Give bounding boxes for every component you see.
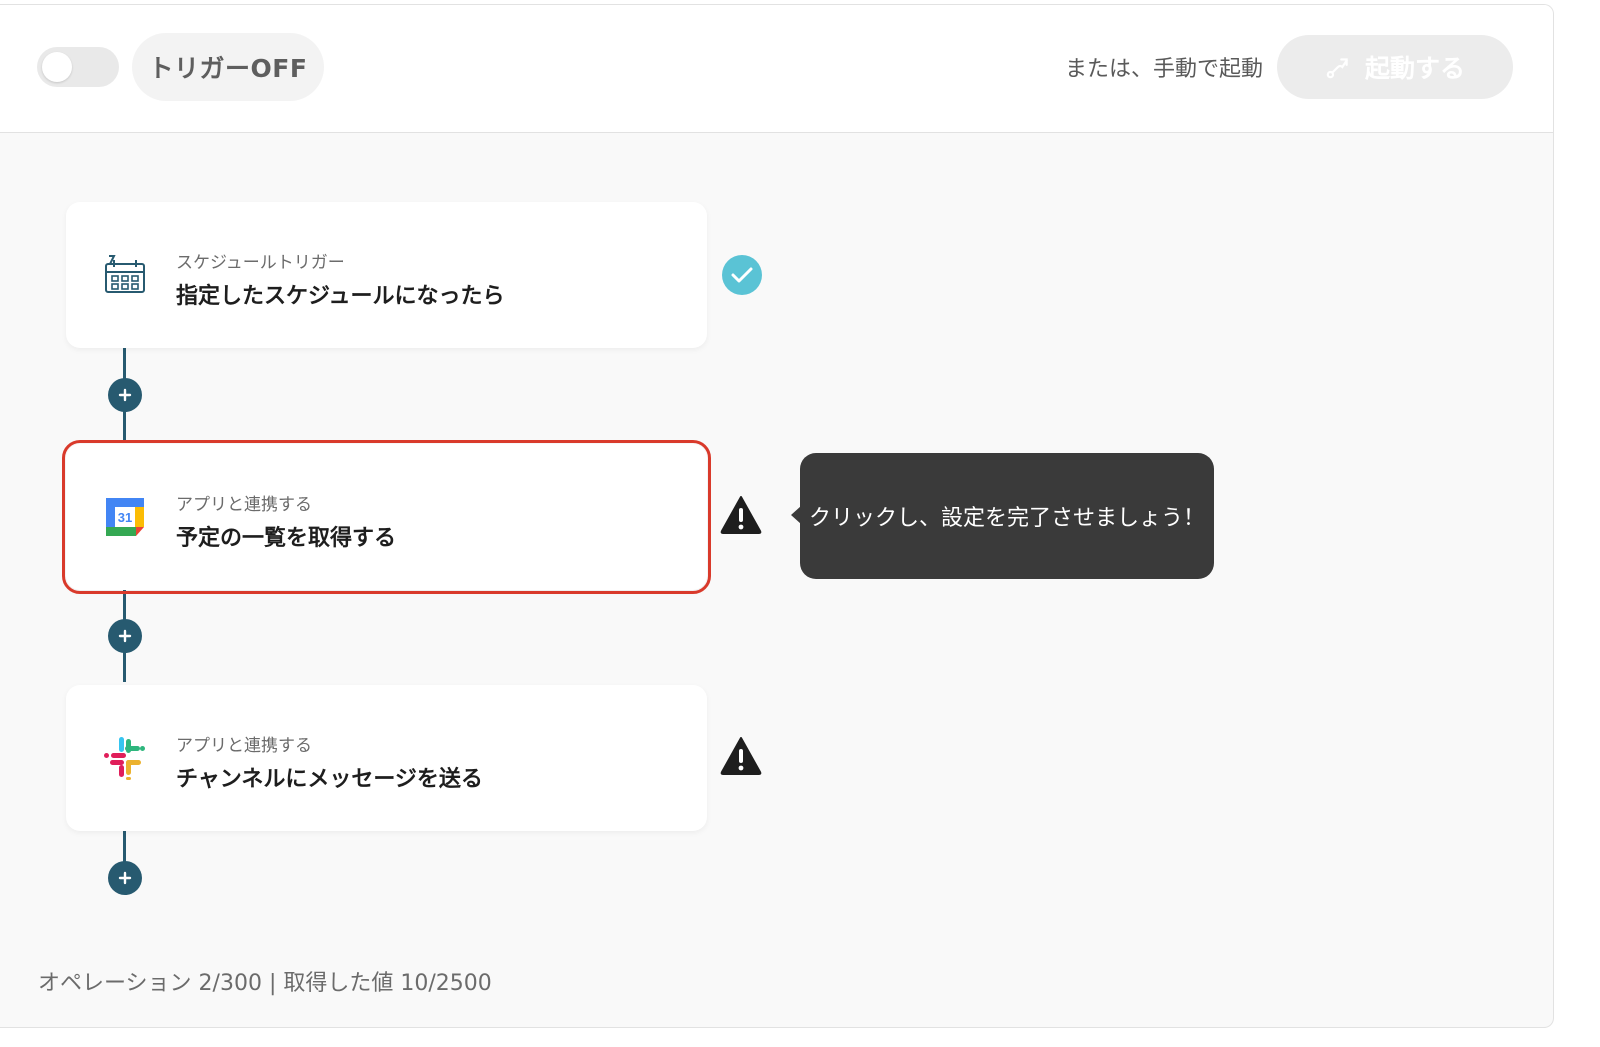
plus-icon bbox=[118, 388, 132, 402]
calendar-number: 31 bbox=[118, 510, 132, 525]
warning-icon bbox=[720, 496, 762, 534]
step-subtitle: アプリと連携する bbox=[176, 495, 312, 515]
setup-tooltip: クリックし、設定を完了させましょう！ bbox=[791, 453, 1214, 579]
top-bar: トリガーOFF または、手動で起動 起動する bbox=[0, 5, 1553, 133]
start-button-label: 起動する bbox=[1364, 54, 1465, 83]
manual-start-text: または、手動で起動 bbox=[1064, 57, 1263, 82]
plus-icon bbox=[118, 629, 132, 643]
step-card-get-events[interactable]: 31 アプリと連携する 予定の一覧を取得する bbox=[62, 440, 711, 594]
warning-icon bbox=[720, 737, 762, 775]
trigger-toggle[interactable] bbox=[37, 47, 119, 87]
check-circle-icon bbox=[722, 255, 762, 295]
add-step-button[interactable] bbox=[108, 378, 142, 412]
start-button[interactable]: 起動する bbox=[1277, 35, 1513, 99]
add-step-button[interactable] bbox=[108, 619, 142, 653]
step-subtitle: アプリと連携する bbox=[176, 736, 312, 756]
usage-summary: オペレーション 2/300 | 取得した値 10/2500 bbox=[38, 971, 492, 996]
slack-icon bbox=[104, 737, 145, 780]
plus-icon bbox=[118, 871, 132, 885]
step-title: チャンネルにメッセージを送る bbox=[176, 767, 483, 792]
step-subtitle: スケジュールトリガー bbox=[176, 253, 345, 273]
trigger-status-label: トリガーOFF bbox=[132, 33, 324, 101]
schedule-calendar-icon bbox=[105, 255, 145, 293]
workflow-panel: トリガーOFF または、手動で起動 起動する スケジュールトリガー 指定したスケ… bbox=[0, 4, 1554, 1028]
step-title: 予定の一覧を取得する bbox=[176, 526, 397, 551]
toggle-knob bbox=[42, 52, 72, 82]
add-step-button[interactable] bbox=[108, 861, 142, 895]
step-card-send-message[interactable]: アプリと連携する チャンネルにメッセージを送る bbox=[66, 685, 707, 831]
step-card-schedule-trigger[interactable]: スケジュールトリガー 指定したスケジュールになったら bbox=[66, 202, 707, 348]
google-calendar-icon: 31 bbox=[106, 498, 144, 536]
step-title: 指定したスケジュールになったら bbox=[176, 284, 505, 309]
route-icon bbox=[1326, 58, 1348, 79]
